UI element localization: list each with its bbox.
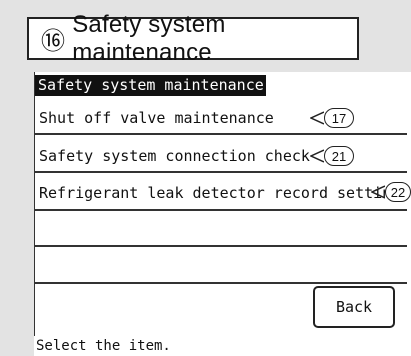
- row-divider: [35, 245, 407, 247]
- callout-pointer-icon: [310, 149, 324, 163]
- row-divider: [35, 171, 407, 173]
- callout-number: 22: [385, 182, 411, 202]
- callout-pointer-icon: [371, 185, 385, 199]
- screen-title: Safety system maintenance: [72, 10, 226, 66]
- screen-number: ⑯: [41, 28, 66, 55]
- callout-number: 17: [324, 108, 354, 128]
- menu-item-safety-system-connection-check[interactable]: Safety system connection check: [39, 144, 310, 168]
- menu-item-shut-off-valve-maintenance[interactable]: Shut off valve maintenance: [39, 106, 274, 130]
- status-message: Select the item.: [34, 336, 411, 356]
- row-divider: [35, 282, 407, 284]
- row-divider: [35, 133, 407, 135]
- menu-item-refrigerant-leak-detector-record-setting[interactable]: Refrigerant leak detector record setting: [39, 181, 400, 205]
- back-button[interactable]: Back: [313, 286, 395, 328]
- menu-title: Safety system maintenance: [35, 75, 266, 96]
- callout-number: 21: [324, 146, 354, 166]
- screen-title-box: ⑯ Safety system maintenance: [27, 11, 359, 66]
- row-divider: [35, 209, 407, 211]
- callout-21: 21: [310, 145, 354, 167]
- callout-22: 22: [371, 181, 411, 203]
- callout-pointer-icon: [310, 111, 324, 125]
- callout-17: 17: [310, 107, 354, 129]
